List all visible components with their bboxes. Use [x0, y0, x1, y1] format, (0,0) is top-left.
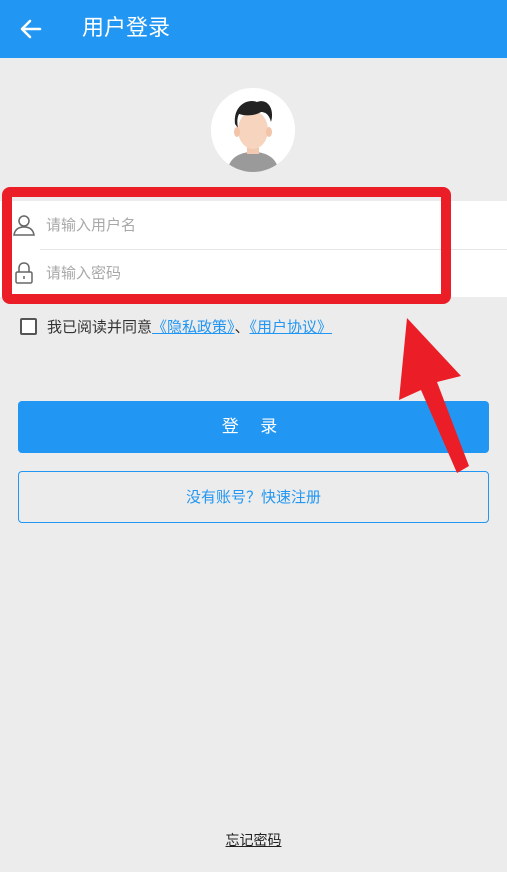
agreement-separator: 、 [234, 318, 250, 336]
agreement-checkbox[interactable] [20, 318, 37, 335]
back-button[interactable] [14, 11, 50, 47]
agreement-prefix: 我已阅读并同意 [47, 318, 153, 336]
username-input[interactable] [46, 209, 466, 241]
lock-icon [15, 262, 33, 284]
login-button[interactable]: 登 录 [18, 401, 489, 453]
privacy-policy-link[interactable]: 《隐私政策》 [152, 318, 235, 336]
register-button[interactable]: 没有账号？快速注册 [18, 471, 489, 523]
password-input[interactable] [46, 257, 466, 289]
password-field [0, 249, 507, 297]
forgot-password-row: 忘记密码 [0, 830, 507, 850]
user-agreement-link[interactable]: 《用户协议》 [250, 318, 333, 336]
login-form [0, 201, 507, 297]
page-title: 用户登录 [82, 16, 171, 41]
agreement-text: 我已阅读并同意《隐私政策》、《用户协议》 [47, 316, 332, 338]
username-field [0, 201, 507, 249]
pointer-arrow-icon [399, 318, 469, 473]
user-icon [13, 215, 35, 236]
top-app-bar: 用户登录 [0, 0, 507, 58]
arrow-left-icon [20, 19, 42, 39]
forgot-password-link[interactable]: 忘记密码 [226, 833, 282, 849]
user-avatar-icon [211, 88, 295, 172]
avatar [211, 88, 295, 172]
